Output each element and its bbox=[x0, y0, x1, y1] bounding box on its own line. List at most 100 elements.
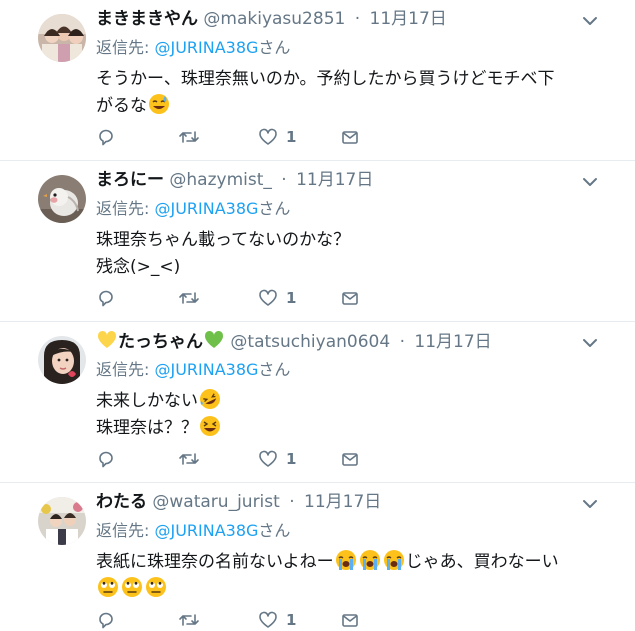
crying-emoji-icon bbox=[383, 550, 404, 570]
tweet-actions: 1 bbox=[96, 287, 376, 309]
tweet[interactable]: まきまきやん @makiyasu2851 · 11月17日 返信先: @JURI… bbox=[0, 0, 635, 161]
like-icon bbox=[259, 450, 277, 467]
retweet-icon bbox=[179, 453, 199, 465]
tweet-text: そうかー、珠理奈無いのか。予約したから買うけどモチベ下 がるな bbox=[96, 66, 605, 120]
reply-mention[interactable]: @JURINA38G bbox=[154, 199, 258, 218]
reply-prefix: 返信先: bbox=[96, 199, 155, 218]
tweet-text: 表紙に珠理奈の名前ないよねー じゃあ、買わなーい bbox=[96, 549, 605, 603]
separator-dot: · bbox=[281, 170, 287, 190]
direct-message-icon bbox=[342, 292, 358, 305]
tweet-text-line bbox=[96, 576, 605, 603]
crying-emoji-icon bbox=[359, 550, 380, 570]
retweet-button[interactable] bbox=[178, 287, 200, 309]
retweet-button[interactable] bbox=[178, 448, 200, 470]
reply-prefix: 返信先: bbox=[96, 38, 155, 57]
like-count: 1 bbox=[286, 128, 297, 146]
yellow-heart-emoji-icon bbox=[96, 330, 118, 352]
crying-emoji-icon bbox=[335, 550, 356, 570]
tweet-text: 珠理奈ちゃん載ってないのかな？ 残念(>_<) bbox=[96, 227, 605, 281]
timestamp[interactable]: 11月17日 bbox=[304, 492, 381, 512]
reply-prefix: 返信先: bbox=[96, 521, 155, 540]
reply-prefix: 返信先: bbox=[96, 360, 155, 379]
reply-suffix: さん bbox=[258, 38, 291, 57]
user-handle[interactable]: @makiyasu2851 bbox=[203, 9, 345, 29]
user-handle[interactable]: @tatsuchiyan0604 bbox=[230, 332, 390, 352]
retweet-icon bbox=[179, 131, 199, 143]
reply-mention[interactable]: @JURINA38G bbox=[154, 521, 258, 540]
display-name[interactable]: たっちゃん bbox=[118, 332, 203, 352]
reply-icon bbox=[99, 451, 113, 468]
avatar[interactable] bbox=[38, 14, 86, 62]
tweet-actions: 1 bbox=[96, 448, 376, 470]
timestamp[interactable]: 11月17日 bbox=[370, 9, 447, 29]
rofl-emoji-icon bbox=[200, 389, 220, 409]
direct-message-button[interactable] bbox=[340, 609, 360, 631]
timestamp[interactable]: 11月17日 bbox=[414, 332, 491, 352]
like-button[interactable]: 1 bbox=[258, 609, 296, 631]
tweet-header: わたる @wataru_jurist · 11月17日 bbox=[96, 491, 381, 513]
separator-dot: · bbox=[289, 492, 295, 512]
eye-roll-emoji-icon bbox=[122, 577, 142, 597]
like-icon bbox=[259, 128, 277, 145]
tweet-text-line: 残念(>_<) bbox=[96, 254, 605, 281]
reply-mention[interactable]: @JURINA38G bbox=[154, 360, 258, 379]
reply-context: 返信先: @JURINA38Gさん bbox=[96, 359, 290, 381]
reply-icon bbox=[99, 290, 113, 307]
chevron-down-icon[interactable] bbox=[581, 12, 599, 30]
like-button[interactable]: 1 bbox=[258, 287, 296, 309]
direct-message-button[interactable] bbox=[340, 287, 360, 309]
retweet-button[interactable] bbox=[178, 609, 200, 631]
like-count: 1 bbox=[286, 611, 297, 629]
display-name[interactable]: まきまきやん bbox=[96, 9, 198, 29]
reply-icon bbox=[99, 129, 113, 146]
direct-message-button[interactable] bbox=[340, 448, 360, 470]
reply-context: 返信先: @JURINA38Gさん bbox=[96, 520, 290, 542]
separator-dot: · bbox=[354, 9, 361, 29]
tweet[interactable]: まろにー @hazymist_ · 11月17日 返信先: @JURINA38G… bbox=[0, 161, 635, 322]
like-count: 1 bbox=[286, 289, 297, 307]
avatar[interactable] bbox=[38, 497, 86, 545]
sweat-smile-emoji-icon bbox=[149, 94, 169, 114]
reply-button[interactable] bbox=[96, 287, 116, 309]
reply-icon bbox=[99, 612, 113, 629]
tweet-text-segment: がるな bbox=[96, 96, 147, 116]
eye-roll-emoji-icon bbox=[146, 577, 166, 597]
tweet-text-line: 珠理奈ちゃん載ってないのかな？ bbox=[96, 227, 605, 254]
tweet-header: たっちゃん @tatsuchiyan0604 · 11月17日 bbox=[96, 330, 492, 353]
tweet-text-line: そうかー、珠理奈無いのか。予約したから買うけどモチベ下 bbox=[96, 66, 605, 93]
avatar[interactable] bbox=[38, 336, 86, 384]
like-count: 1 bbox=[286, 450, 297, 468]
chevron-down-icon[interactable] bbox=[581, 495, 599, 513]
reply-context: 返信先: @JURINA38Gさん bbox=[96, 198, 290, 220]
reply-mention[interactable]: @JURINA38G bbox=[154, 38, 258, 57]
user-handle[interactable]: @hazymist_ bbox=[169, 170, 271, 190]
display-name[interactable]: まろにー bbox=[96, 170, 164, 190]
retweet-button[interactable] bbox=[178, 126, 200, 148]
user-handle[interactable]: @wataru_jurist bbox=[152, 492, 279, 512]
tweet-actions: 1 bbox=[96, 126, 376, 148]
avatar[interactable] bbox=[38, 175, 86, 223]
separator-dot: · bbox=[399, 332, 405, 352]
direct-message-button[interactable] bbox=[340, 126, 360, 148]
like-button[interactable]: 1 bbox=[258, 448, 296, 470]
display-name[interactable]: わたる bbox=[96, 492, 147, 512]
reply-button[interactable] bbox=[96, 609, 116, 631]
tweet-text-segment: そうかー、珠理奈無いのか。予約したから買うけどモチベ下 bbox=[96, 69, 555, 89]
chevron-down-icon[interactable] bbox=[581, 173, 599, 191]
tweet[interactable]: たっちゃん @tatsuchiyan0604 · 11月17日 返信先: @JU… bbox=[0, 322, 635, 483]
timestamp[interactable]: 11月17日 bbox=[296, 170, 373, 190]
green-heart-emoji-icon bbox=[203, 330, 225, 352]
like-icon bbox=[259, 289, 277, 306]
tweet[interactable]: わたる @wataru_jurist · 11月17日 返信先: @JURINA… bbox=[0, 483, 635, 631]
reply-button[interactable] bbox=[96, 126, 116, 148]
tweet-text-segment: 表紙に珠理奈の名前ないよねー bbox=[96, 552, 334, 572]
like-button[interactable]: 1 bbox=[258, 126, 296, 148]
reply-suffix: さん bbox=[258, 360, 291, 379]
tweet-actions: 1 bbox=[96, 609, 376, 631]
reply-context: 返信先: @JURINA38Gさん bbox=[96, 37, 290, 59]
eye-roll-emoji-icon bbox=[98, 577, 118, 597]
laughing-emoji-icon bbox=[200, 416, 220, 436]
reply-button[interactable] bbox=[96, 448, 116, 470]
chevron-down-icon[interactable] bbox=[581, 334, 599, 352]
tweet-text-line: 珠理奈は？？ bbox=[96, 415, 605, 442]
